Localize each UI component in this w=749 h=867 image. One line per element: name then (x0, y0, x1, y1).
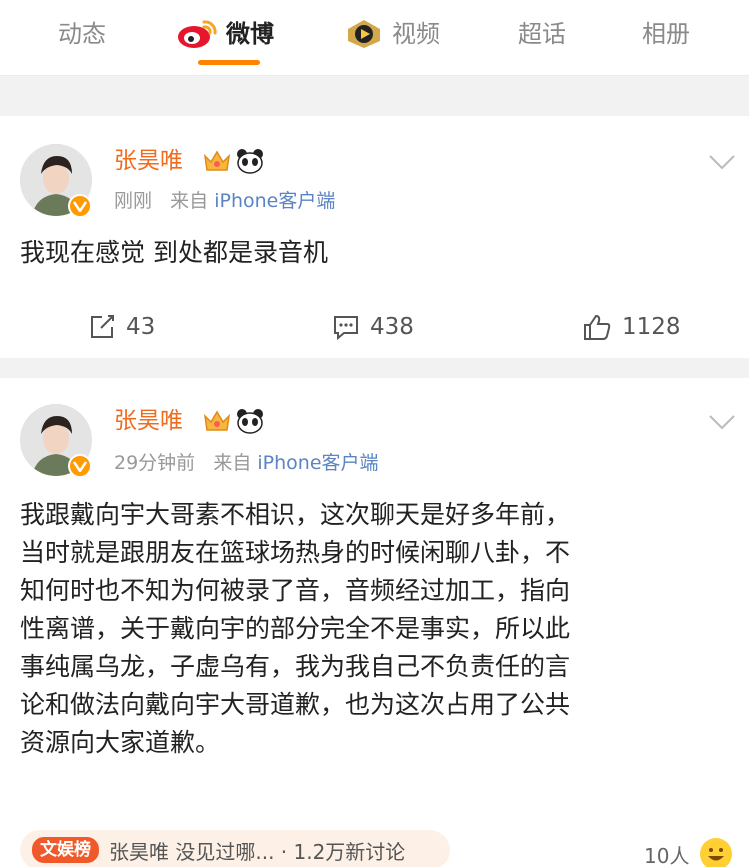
weibo-logo-icon (178, 20, 217, 48)
chevron-down-icon[interactable] (707, 152, 737, 172)
crown-icon (203, 150, 231, 171)
tab-album[interactable]: 相册 (642, 14, 690, 54)
panda-icon (237, 149, 263, 174)
post-card[interactable]: 张昊唯 29分钟前 来自 iPhone客户端 我跟戴向宇大哥素不相识，这次聊天是… (0, 378, 749, 867)
hot-topic-text: 张昊唯 没见过哪... · 1.2万新讨论 (109, 839, 406, 864)
top-tab-bar: 动态 微博 视频 超话 相册 (0, 0, 749, 76)
like-icon (584, 314, 611, 340)
post-time: 刚刚 (114, 190, 153, 212)
post-meta: 刚刚 来自 iPhone客户端 (114, 188, 335, 214)
post-text: 我跟戴向宇大哥素不相识，这次聊天是好多年前， 当时就是跟朋友在篮球场热身的时候闲… (20, 496, 730, 762)
post-text-line: 我跟戴向宇大哥素不相识，这次聊天是好多年前， (20, 500, 571, 529)
tab-dynamics[interactable]: 动态 (58, 14, 106, 54)
hot-topic-bar[interactable]: 文娱榜 张昊唯 没见过哪... · 1.2万新讨论 (20, 830, 450, 867)
post-text-line: 知何时也不知为何被录了音，音频经过加工，指向 (20, 576, 571, 605)
tab-super-topic[interactable]: 超话 (518, 14, 566, 54)
chevron-down-icon[interactable] (707, 412, 737, 432)
reader-count: 10人 (644, 844, 690, 867)
tab-video[interactable]: 视频 (346, 14, 440, 54)
verified-badge-icon (68, 194, 92, 218)
hot-topic-tag: 文娱榜 (32, 837, 99, 863)
verified-badge-icon (68, 454, 92, 478)
smiley-emoji-icon (700, 838, 732, 867)
post-source[interactable]: iPhone客户端 (257, 452, 378, 474)
like-count: 1128 (622, 314, 681, 340)
crown-icon (203, 410, 231, 431)
comment-button[interactable]: 438 (332, 302, 414, 352)
video-play-icon (348, 20, 380, 48)
post-source[interactable]: iPhone客户端 (214, 190, 335, 212)
post-text-line: 性离谱，关于戴向宇的部分完全不是事实，所以此 (20, 614, 571, 643)
panda-icon (237, 409, 263, 434)
post-text-line: 当时就是跟朋友在篮球场热身的时候闲聊八卦，不 (20, 538, 571, 567)
post-actions: 43 438 1128 (0, 302, 749, 352)
like-button[interactable]: 1128 (582, 302, 681, 352)
author-name[interactable]: 张昊唯 (114, 146, 183, 176)
comment-icon (334, 316, 358, 341)
tab-weibo[interactable]: 微博 (176, 14, 274, 54)
repost-icon (91, 315, 114, 338)
repost-button[interactable]: 43 (88, 302, 155, 352)
source-prefix: 来自 (170, 190, 209, 212)
post-meta: 29分钟前 来自 iPhone客户端 (114, 450, 379, 476)
post-text: 我现在感觉 到处都是录音机 (20, 238, 328, 267)
post-text-line: 资源向大家道歉。 (20, 728, 221, 757)
post-card[interactable]: 张昊唯 刚刚 来自 iPhone客户端 我现在感觉 到处都是录音机 43 438… (0, 116, 749, 358)
author-name[interactable]: 张昊唯 (114, 406, 183, 436)
comment-count: 438 (370, 314, 414, 340)
source-prefix: 来自 (213, 452, 252, 474)
section-gap (0, 358, 749, 378)
section-gap (0, 77, 749, 117)
repost-count: 43 (126, 314, 156, 340)
post-time: 29分钟前 (114, 452, 196, 474)
active-tab-indicator (198, 60, 260, 65)
post-text-line: 论和做法向戴向宇大哥道歉，也为这次占用了公共 (20, 690, 571, 719)
post-text-line: 事纯属乌龙，子虚乌有，我为我自己不负责任的言 (20, 652, 571, 681)
